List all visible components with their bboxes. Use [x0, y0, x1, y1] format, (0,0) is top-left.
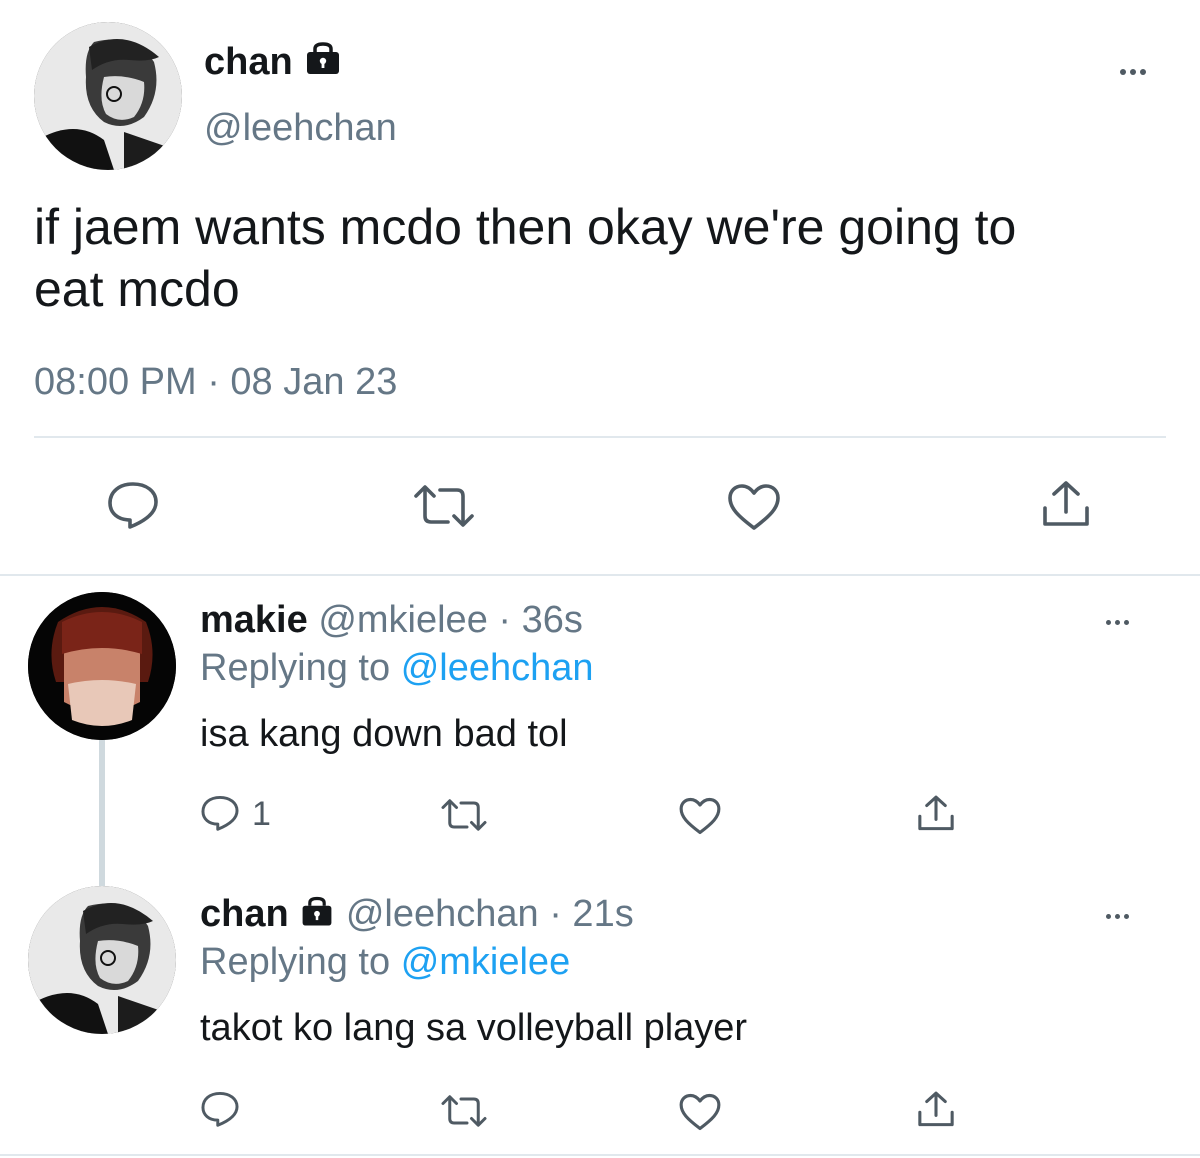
reply-icon[interactable]	[106, 480, 160, 530]
retweet-icon[interactable]	[440, 798, 488, 832]
tweet-text-line: eat mcdo	[34, 261, 240, 317]
author-name[interactable]: chan	[200, 893, 289, 935]
lock-icon	[303, 42, 343, 86]
reply-time[interactable]: · 36s	[498, 599, 582, 641]
avatar-photo	[28, 886, 176, 1034]
avatar[interactable]	[28, 886, 176, 1034]
avatar-photo	[34, 22, 182, 170]
like-icon[interactable]	[678, 796, 722, 836]
reply-text: isa kang down bad tol	[200, 713, 568, 755]
author-handle[interactable]: @leehchan	[346, 893, 539, 935]
author-name-text: chan	[204, 41, 293, 83]
author-name[interactable]: chan	[204, 40, 343, 86]
reply-count: 1	[252, 795, 271, 833]
share-icon[interactable]	[916, 794, 956, 834]
avatar[interactable]	[28, 592, 176, 740]
reply-text: takot ko lang sa volleyball player	[200, 1007, 748, 1049]
retweet-icon[interactable]	[440, 1094, 488, 1128]
more-options-icon[interactable]	[1118, 62, 1148, 80]
divider	[34, 436, 1166, 438]
tweet-text-line: if jaem wants mcdo then okay we're going…	[34, 199, 1017, 255]
more-options-icon[interactable]	[1104, 906, 1131, 924]
reply-time[interactable]: · 21s	[549, 893, 633, 935]
like-icon[interactable]	[678, 1092, 722, 1132]
avatar[interactable]	[34, 22, 182, 170]
avatar-photo	[28, 592, 176, 740]
more-options-icon[interactable]	[1104, 612, 1131, 630]
tweet-text: if jaem wants mcdo then okay we're going…	[34, 196, 1174, 320]
retweet-icon[interactable]	[412, 484, 476, 528]
reply-icon[interactable]	[200, 1090, 240, 1128]
reply-header: chan @leehchan · 21s	[200, 892, 634, 938]
like-icon[interactable]	[726, 482, 782, 532]
thread-line	[99, 740, 105, 886]
section-divider	[0, 574, 1200, 576]
lock-icon	[299, 894, 335, 938]
bottom-divider	[0, 1154, 1200, 1156]
author-name[interactable]: makie	[200, 599, 308, 641]
replying-to: Replying to @mkielee	[200, 940, 570, 984]
replying-to-label: Replying to	[200, 647, 391, 689]
replying-to: Replying to @leehchan	[200, 646, 594, 690]
author-handle[interactable]: @leehchan	[204, 106, 397, 150]
reply-icon[interactable]	[200, 794, 240, 832]
replying-to-label: Replying to	[200, 941, 391, 983]
replying-to-link[interactable]: @leehchan	[401, 647, 594, 689]
reply-header: makie @mkielee · 36s	[200, 598, 583, 642]
author-handle[interactable]: @mkielee	[318, 599, 488, 641]
tweet-timestamp[interactable]: 08:00 PM · 08 Jan 23	[34, 360, 397, 404]
share-icon[interactable]	[1040, 480, 1092, 530]
share-icon[interactable]	[916, 1090, 956, 1130]
replying-to-link[interactable]: @mkielee	[401, 941, 571, 983]
